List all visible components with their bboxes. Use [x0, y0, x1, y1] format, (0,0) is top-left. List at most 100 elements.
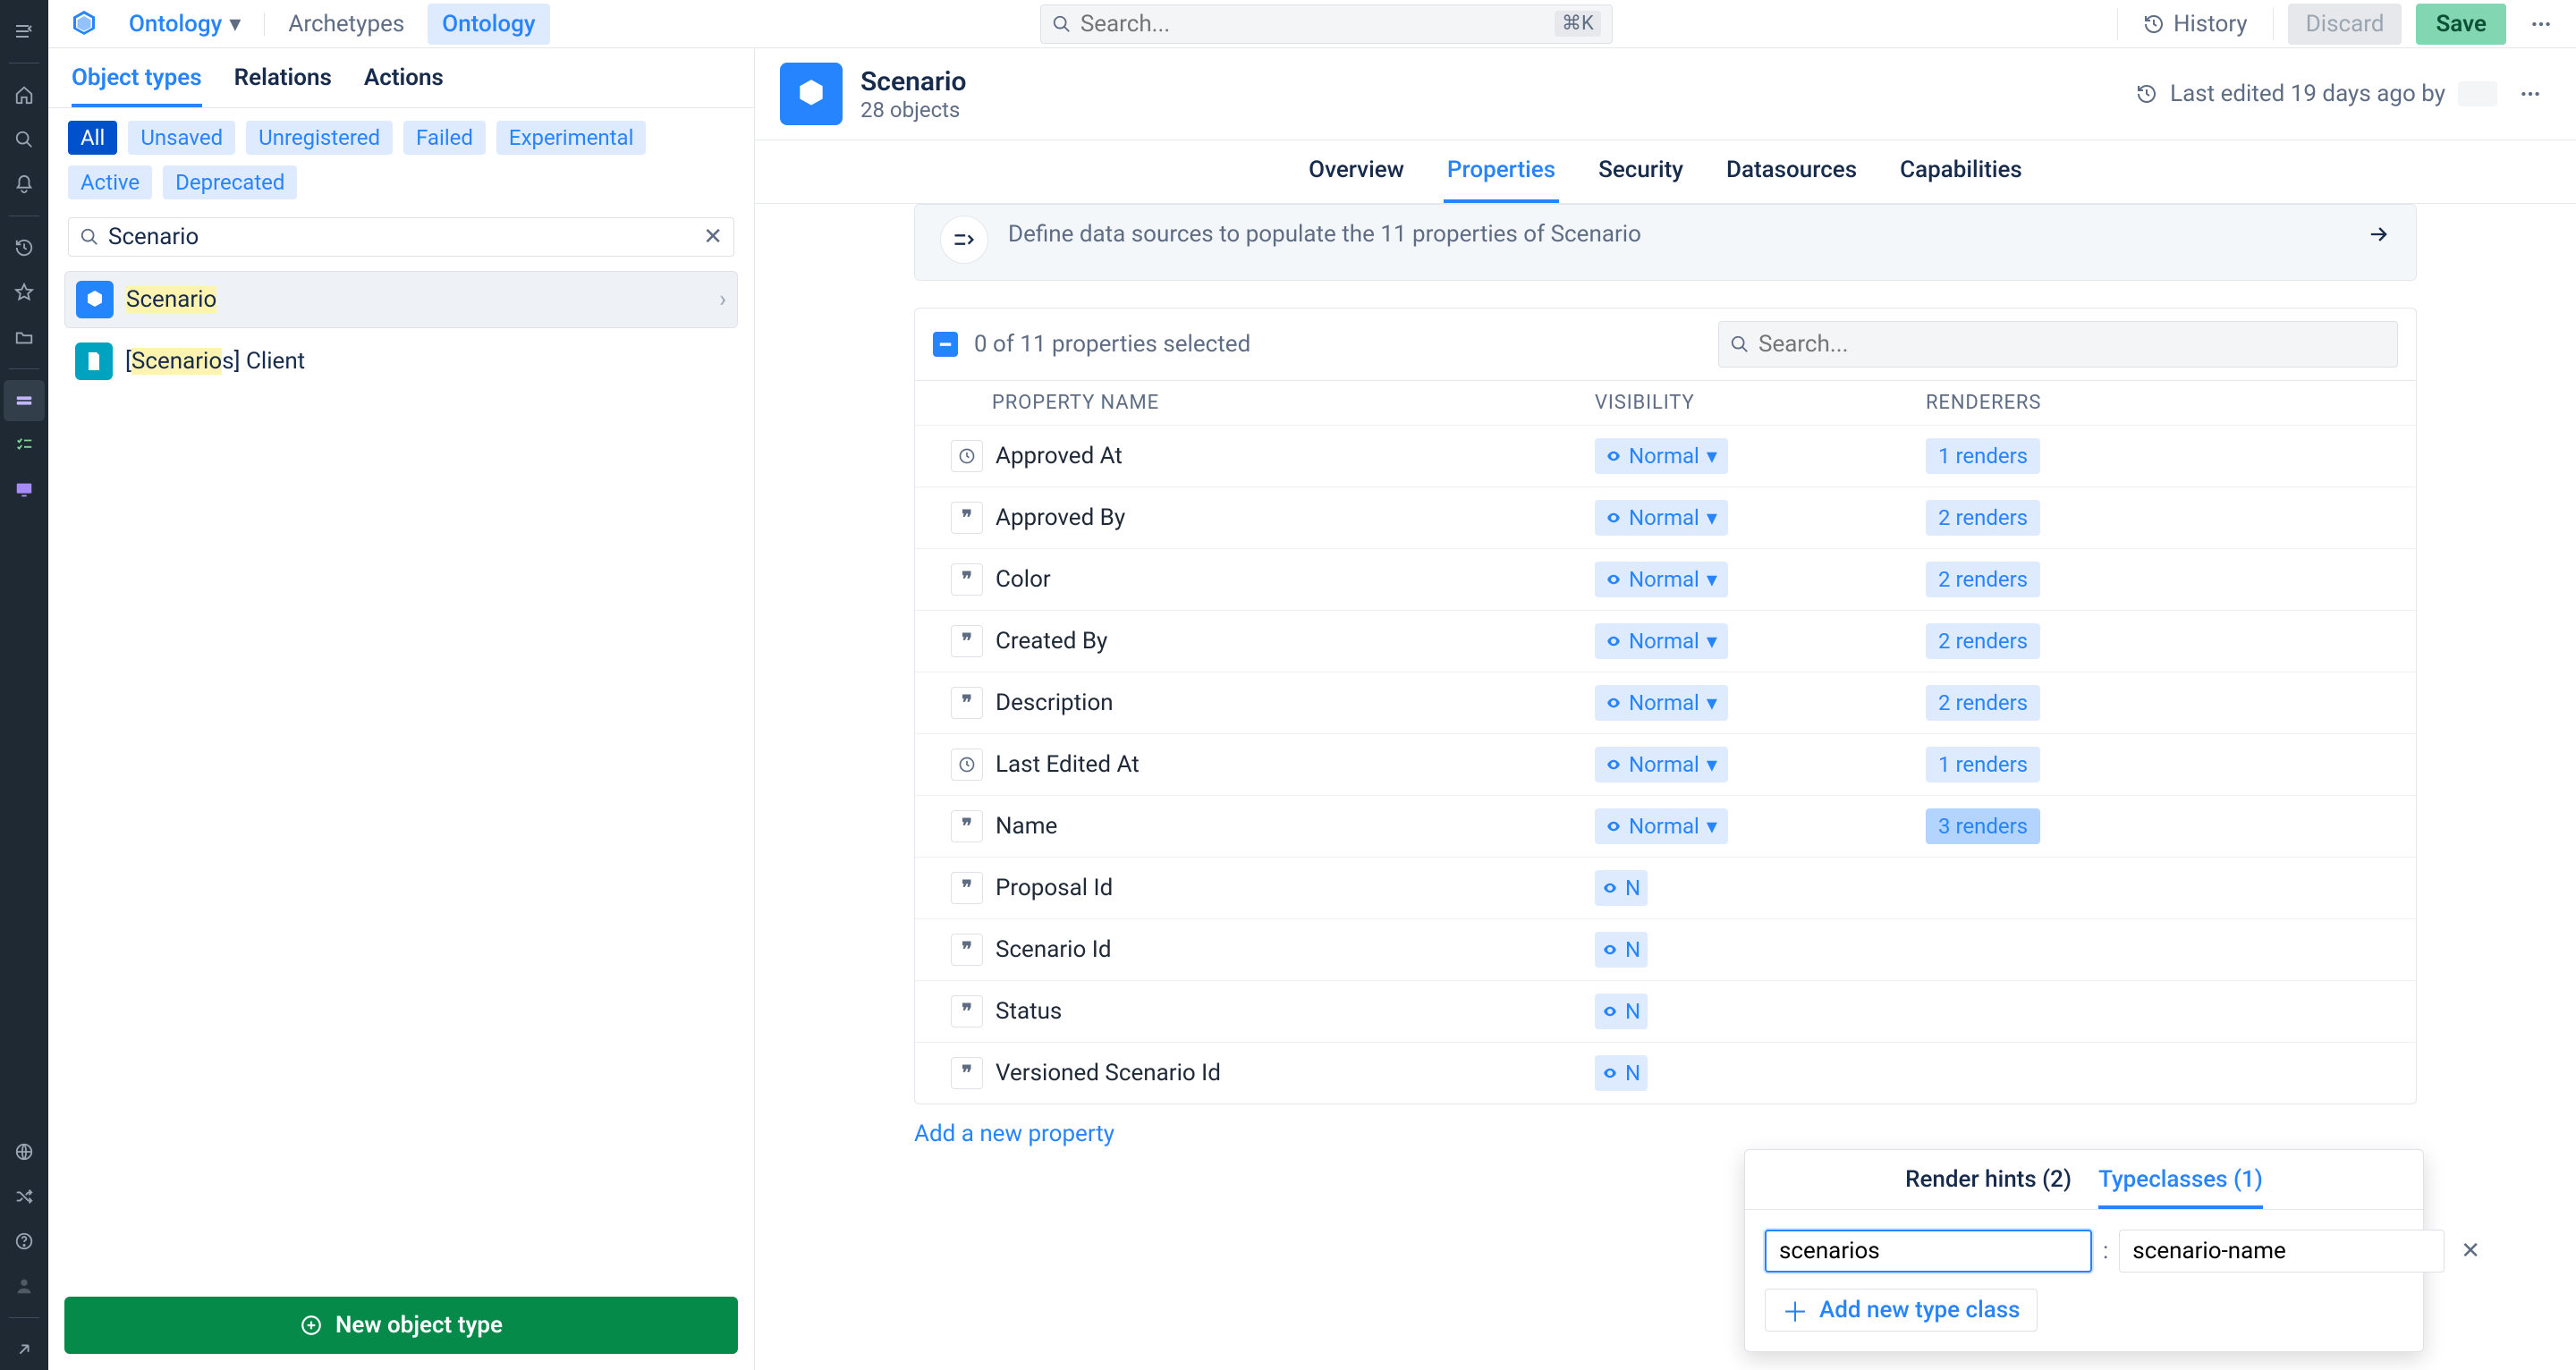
global-search[interactable]: ⌘K	[1040, 4, 1613, 44]
property-name: Description	[996, 689, 1114, 716]
visibility-badge[interactable]: Normal ▾	[1595, 685, 1728, 721]
rail-search-icon[interactable]	[4, 119, 45, 160]
visibility-badge[interactable]: Normal ▾	[1595, 562, 1728, 597]
table-row[interactable]: Approved At Normal ▾1 renders	[915, 425, 2416, 486]
select-all-checkbox[interactable]: ━	[933, 332, 958, 357]
object-title: Scenario	[860, 66, 967, 97]
visibility-badge[interactable]: N	[1595, 994, 1648, 1029]
chip-unsaved[interactable]: Unsaved	[128, 121, 235, 155]
rail-folder-icon[interactable]	[4, 317, 45, 358]
tab-properties[interactable]: Properties	[1444, 140, 1559, 203]
clear-icon[interactable]: ✕	[703, 224, 723, 250]
banner-arrow-icon[interactable]	[2366, 222, 2391, 247]
more-menu-icon[interactable]	[2521, 13, 2562, 36]
history-button[interactable]: History	[2132, 4, 2258, 45]
typeclass-namespace-input[interactable]	[1765, 1230, 2092, 1273]
tab-object-types[interactable]: Object types	[72, 64, 202, 107]
property-search-input[interactable]	[1758, 331, 2386, 358]
rail-help-icon[interactable]	[4, 1221, 45, 1262]
table-row[interactable]: ❞Approved By Normal ▾2 renders	[915, 486, 2416, 548]
renders-badge[interactable]: 2 renders	[1926, 685, 2040, 721]
property-search[interactable]	[1718, 321, 2398, 368]
rail-monitor-icon[interactable]	[4, 469, 45, 511]
visibility-badge[interactable]: Normal ▾	[1595, 500, 1728, 536]
cube-icon	[76, 281, 114, 318]
table-row[interactable]: ❞Description Normal ▾2 renders	[915, 672, 2416, 733]
tab-capabilities[interactable]: Capabilities	[1896, 140, 2026, 203]
discard-button[interactable]: Discard	[2288, 4, 2402, 45]
property-name: Last Edited At	[996, 751, 1140, 778]
add-property-link[interactable]: Add a new property	[914, 1121, 2417, 1147]
tab-actions[interactable]: Actions	[364, 64, 444, 107]
separator	[2117, 8, 2118, 40]
rail-checklist-icon[interactable]	[4, 425, 45, 466]
rail-bell-icon[interactable]	[4, 164, 45, 205]
rail-ontology-icon[interactable]	[4, 380, 45, 421]
chip-all[interactable]: All	[68, 121, 117, 155]
rail-globe-icon[interactable]	[4, 1131, 45, 1172]
eye-icon	[1606, 633, 1622, 649]
typeclass-name-input[interactable]	[2119, 1230, 2445, 1273]
table-row[interactable]: ❞Name Normal ▾3 renders	[915, 795, 2416, 857]
breadcrumb-archetypes[interactable]: Archetypes	[279, 5, 413, 43]
rail-shuffle-icon[interactable]	[4, 1176, 45, 1217]
tab-datasources[interactable]: Datasources	[1723, 140, 1860, 203]
type-search-input[interactable]	[108, 224, 694, 250]
property-name: Created By	[996, 628, 1107, 655]
visibility-badge[interactable]: N	[1595, 932, 1648, 968]
object-more-menu-icon[interactable]	[2510, 82, 2551, 106]
visibility-badge[interactable]: N	[1595, 1055, 1648, 1091]
type-search[interactable]: ✕	[68, 217, 734, 257]
renders-badge[interactable]: 2 renders	[1926, 562, 2040, 597]
global-search-input[interactable]	[1080, 11, 1546, 38]
type-item-scenario[interactable]: Scenario ›	[64, 271, 738, 328]
table-row[interactable]: ❞Proposal Id N	[915, 857, 2416, 918]
rail-open-external-icon[interactable]	[4, 1329, 45, 1370]
string-icon: ❞	[951, 995, 983, 1028]
visibility-badge[interactable]: Normal ▾	[1595, 438, 1728, 474]
save-button[interactable]: Save	[2416, 4, 2506, 45]
renders-badge[interactable]: 2 renders	[1926, 623, 2040, 659]
rail-user-icon[interactable]	[4, 1265, 45, 1307]
visibility-badge[interactable]: Normal ▾	[1595, 623, 1728, 659]
tab-relations[interactable]: Relations	[234, 64, 332, 107]
left-tabs: Object types Relations Actions	[48, 48, 754, 108]
visibility-badge[interactable]: N	[1595, 870, 1648, 906]
tab-overview[interactable]: Overview	[1305, 140, 1408, 203]
add-typeclass-button[interactable]: ＋ Add new type class	[1765, 1289, 2038, 1332]
table-row[interactable]: ❞Status N	[915, 980, 2416, 1042]
tab-typeclasses[interactable]: Typeclasses (1)	[2098, 1166, 2263, 1209]
tab-render-hints[interactable]: Render hints (2)	[1905, 1166, 2072, 1209]
rail-star-icon[interactable]	[4, 272, 45, 313]
table-row[interactable]: ❞Scenario Id N	[915, 918, 2416, 980]
new-object-type-button[interactable]: New object type	[64, 1297, 738, 1354]
search-shortcut: ⌘K	[1555, 11, 1601, 37]
visibility-badge[interactable]: Normal ▾	[1595, 808, 1728, 844]
chip-unregistered[interactable]: Unregistered	[246, 121, 393, 155]
table-row[interactable]: ❞Color Normal ▾2 renders	[915, 548, 2416, 610]
renders-badge[interactable]: 3 renders	[1926, 808, 2040, 844]
separator	[2273, 8, 2274, 40]
chip-active[interactable]: Active	[68, 165, 152, 199]
chip-deprecated[interactable]: Deprecated	[163, 165, 297, 199]
renders-badge[interactable]: 2 renders	[1926, 500, 2040, 536]
chip-failed[interactable]: Failed	[403, 121, 486, 155]
eye-icon	[1606, 818, 1622, 834]
rail-menu-icon[interactable]	[4, 11, 45, 52]
remove-typeclass-icon[interactable]: ✕	[2455, 1238, 2486, 1264]
table-row[interactable]: ❞Versioned Scenario Id N	[915, 1042, 2416, 1104]
renders-badge[interactable]: 1 renders	[1926, 747, 2040, 782]
type-item-scenarios-client[interactable]: [Scenarios] Client	[64, 334, 738, 389]
history-icon	[2136, 83, 2157, 105]
breadcrumb-ontology[interactable]: Ontology ▾	[120, 5, 250, 43]
visibility-badge[interactable]: Normal ▾	[1595, 747, 1728, 782]
renders-badge[interactable]: 1 renders	[1926, 438, 2040, 474]
chip-experimental[interactable]: Experimental	[496, 121, 647, 155]
rail-home-icon[interactable]	[4, 74, 45, 115]
breadcrumb-ontology-pill[interactable]: Ontology	[428, 4, 549, 45]
table-row[interactable]: Last Edited At Normal ▾ 1 renders	[915, 733, 2416, 795]
rail-history-icon[interactable]	[4, 227, 45, 268]
tab-security[interactable]: Security	[1595, 140, 1687, 203]
search-icon	[1730, 334, 1750, 354]
table-row[interactable]: ❞Created By Normal ▾2 renders	[915, 610, 2416, 672]
